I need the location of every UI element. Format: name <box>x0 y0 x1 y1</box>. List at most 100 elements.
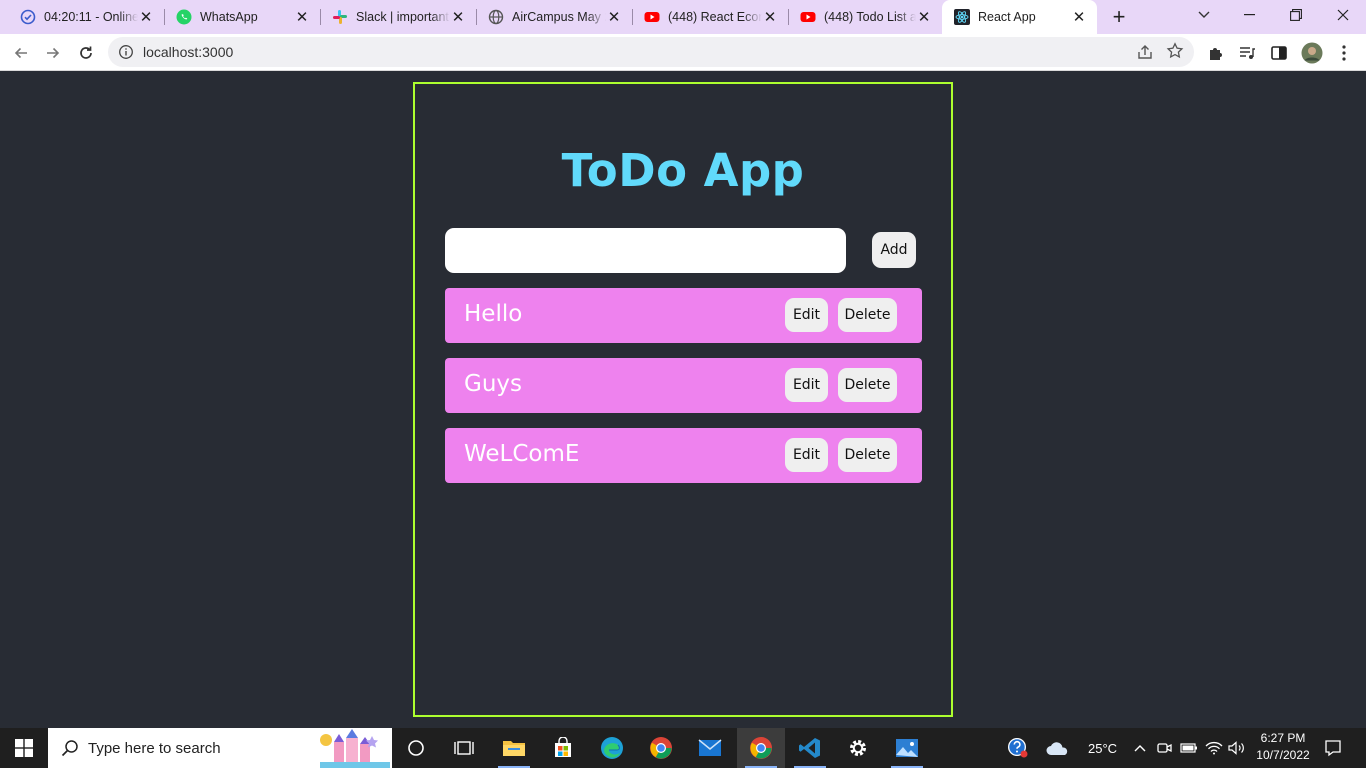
edit-button[interactable]: Edit <box>785 438 828 472</box>
tab-todo-list[interactable]: (448) Todo List ap ✕ <box>788 0 942 34</box>
chrome-icon <box>650 737 672 759</box>
search-placeholder: Type here to search <box>88 740 221 757</box>
chrome-active-button[interactable] <box>737 728 785 768</box>
youtube-icon <box>644 9 660 25</box>
back-button[interactable] <box>7 39 35 67</box>
add-button[interactable]: Add <box>872 232 916 268</box>
react-icon <box>954 9 970 25</box>
photos-button[interactable] <box>883 728 931 768</box>
minimize-button[interactable] <box>1227 0 1273 30</box>
tab-title: Slack | important <box>356 10 449 24</box>
share-icon[interactable] <box>1136 43 1154 61</box>
help-button[interactable] <box>994 728 1042 768</box>
tab-title: WhatsApp <box>200 10 258 24</box>
puzzle-icon <box>1210 48 1222 60</box>
weather-button[interactable] <box>1043 728 1073 768</box>
close-icon[interactable]: ✕ <box>138 9 154 26</box>
tab-react-app[interactable]: React App ✕ <box>942 0 1097 34</box>
wifi-status[interactable] <box>1202 728 1226 768</box>
side-panel-button[interactable] <box>1265 39 1293 67</box>
todo-item-text: Hello <box>464 301 523 327</box>
meet-now-button[interactable] <box>1154 728 1176 768</box>
file-explorer-button[interactable] <box>490 728 538 768</box>
close-icon[interactable]: ✕ <box>294 9 310 26</box>
mail-envelope-icon <box>698 739 722 756</box>
chrome-button[interactable] <box>637 728 685 768</box>
close-icon[interactable]: ✕ <box>762 9 778 26</box>
cortana-button[interactable] <box>392 728 440 768</box>
store-bag-icon <box>555 737 571 757</box>
system-clock[interactable]: 6:27 PM 10/7/2022 <box>1250 730 1316 764</box>
help-question-icon <box>1008 738 1028 758</box>
close-icon[interactable]: ✕ <box>606 9 622 26</box>
close-icon[interactable]: ✕ <box>916 9 932 26</box>
battery-status[interactable] <box>1178 728 1200 768</box>
cortana-circle-icon <box>408 740 424 756</box>
todo-item-text: WeLComE <box>464 441 580 467</box>
gear-icon <box>850 740 866 756</box>
info-icon[interactable] <box>118 44 134 60</box>
reload-icon <box>80 46 92 59</box>
search-icon <box>61 740 78 757</box>
todo-container: ToDo App Add Hello Edit Delete Guys Edit… <box>413 82 953 717</box>
volume-control[interactable] <box>1226 728 1248 768</box>
todo-input[interactable] <box>445 228 846 273</box>
close-window-button[interactable] <box>1320 0 1366 30</box>
forward-arrow-icon <box>47 47 60 59</box>
wifi-icon <box>1205 741 1223 755</box>
speaker-icon <box>1228 741 1244 755</box>
check-circle-icon <box>20 9 36 25</box>
profile-avatar[interactable] <box>1298 39 1326 67</box>
whatsapp-icon <box>176 9 192 25</box>
edge-browser-icon <box>601 737 623 759</box>
clock-date: 10/7/2022 <box>1256 748 1310 762</box>
start-button[interactable] <box>0 728 48 768</box>
edit-button[interactable]: Edit <box>785 368 828 402</box>
vscode-icon <box>799 738 820 758</box>
task-view-button[interactable] <box>440 728 488 768</box>
camera-icon <box>1157 743 1172 753</box>
edit-button[interactable]: Edit <box>785 298 828 332</box>
restore-button[interactable] <box>1273 0 1319 30</box>
todo-item: Hello Edit Delete <box>445 288 922 343</box>
tab-title: React App <box>978 10 1036 24</box>
delete-button[interactable]: Delete <box>838 298 897 332</box>
close-icon[interactable]: ✕ <box>1071 9 1087 26</box>
tab-whatsapp[interactable]: WhatsApp ✕ <box>164 0 320 34</box>
tab-slack[interactable]: Slack | important ✕ <box>320 0 476 34</box>
task-view-icon <box>454 741 474 755</box>
media-button[interactable] <box>1233 39 1261 67</box>
tab-react-ecom[interactable]: (448) React Ecom ✕ <box>632 0 788 34</box>
settings-button[interactable] <box>834 728 882 768</box>
delete-button[interactable]: Delete <box>838 368 897 402</box>
edge-button[interactable] <box>588 728 636 768</box>
taskbar-search[interactable]: Type here to search <box>48 728 392 768</box>
chevron-down-icon <box>1198 11 1210 18</box>
tab-aircampus[interactable]: AirCampus May 2 ✕ <box>476 0 632 34</box>
close-icon[interactable]: ✕ <box>450 9 466 26</box>
address-bar[interactable]: localhost:3000 <box>108 37 1194 67</box>
delete-button[interactable]: Delete <box>838 438 897 472</box>
notifications-button[interactable] <box>1318 728 1348 768</box>
search-highlight-illustration <box>320 729 390 768</box>
forward-button[interactable] <box>39 39 67 67</box>
tab-search-button[interactable] <box>1181 0 1227 30</box>
todo-item: WeLComE Edit Delete <box>445 428 922 483</box>
mail-button[interactable] <box>686 728 734 768</box>
extensions-button[interactable] <box>1202 39 1230 67</box>
chevron-up-icon <box>1134 745 1146 752</box>
show-hidden-icons-button[interactable] <box>1128 728 1152 768</box>
reload-button[interactable] <box>72 39 100 67</box>
new-tab-button[interactable]: + <box>1106 4 1132 29</box>
tab-online-timer[interactable]: 04:20:11 - Online ✕ <box>8 0 164 34</box>
store-button[interactable] <box>539 728 587 768</box>
notification-icon <box>1325 740 1341 757</box>
tab-title: 04:20:11 - Online <box>44 10 138 24</box>
vscode-button[interactable] <box>786 728 834 768</box>
bookmark-star-icon[interactable] <box>1166 42 1184 60</box>
browser-menu-button[interactable] <box>1330 39 1358 67</box>
youtube-icon <box>800 9 816 25</box>
weather-temp: 25°C <box>1088 741 1118 756</box>
battery-icon <box>1180 743 1197 753</box>
app-title: ToDo App <box>561 144 805 197</box>
